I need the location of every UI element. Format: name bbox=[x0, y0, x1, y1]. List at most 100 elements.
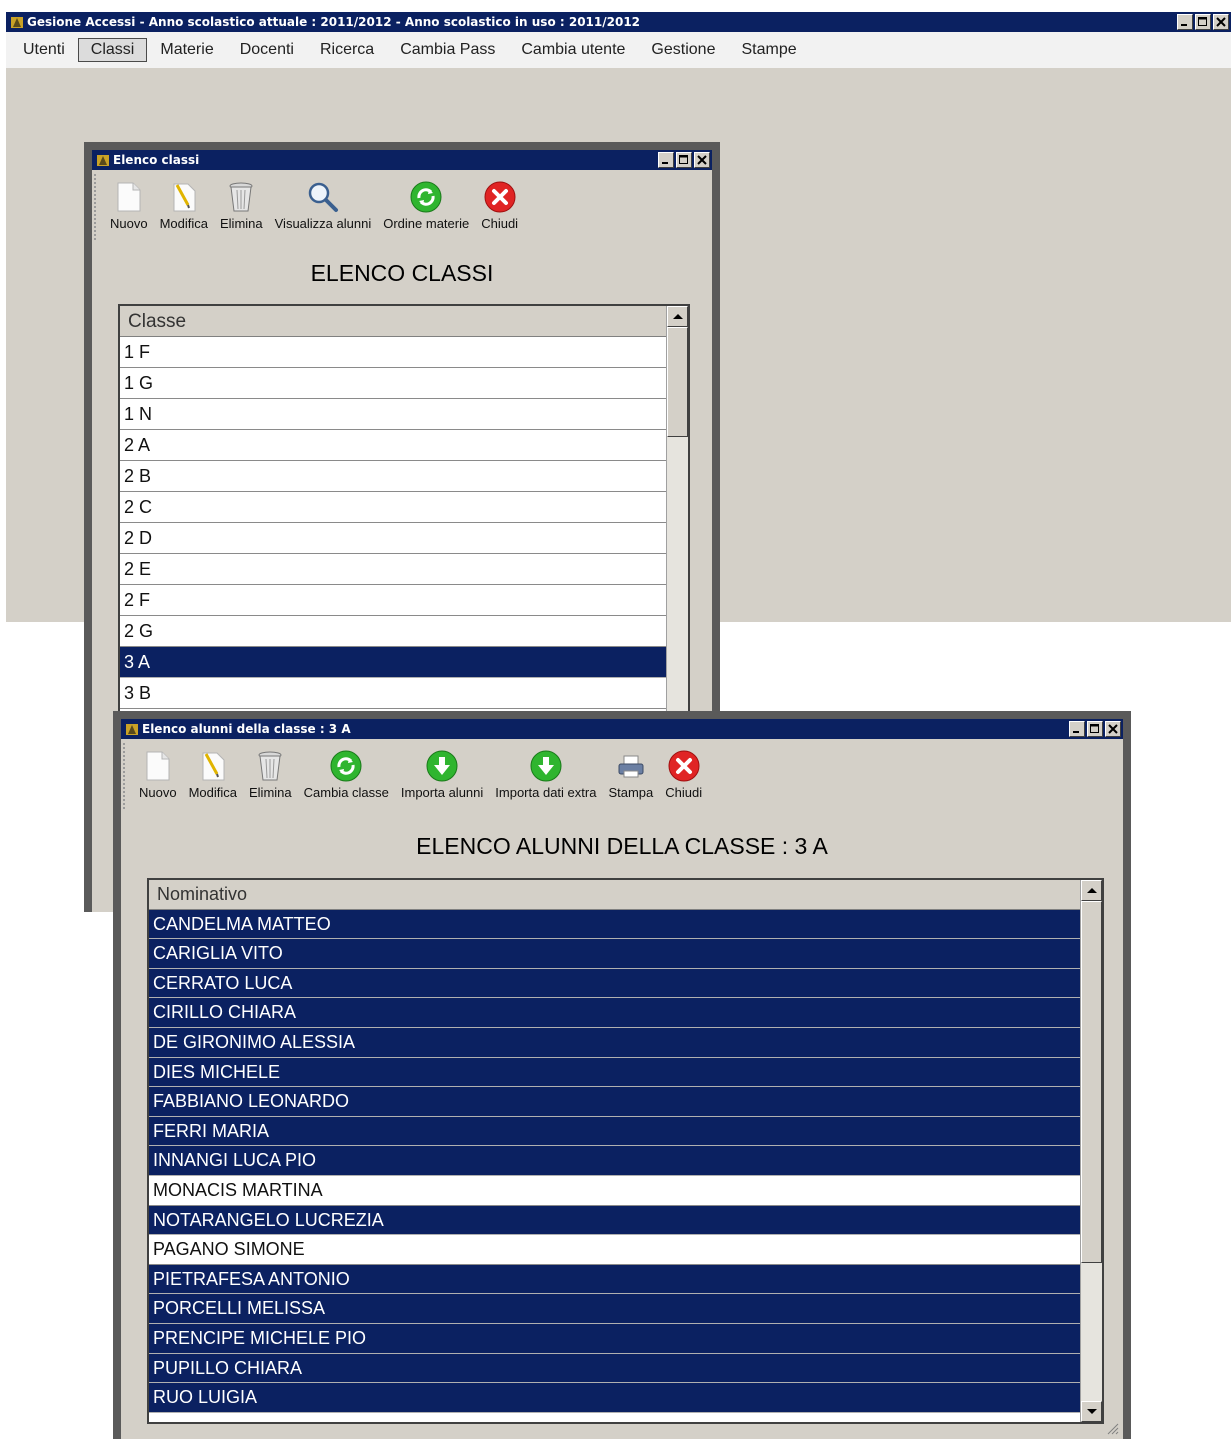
menu-item-materie[interactable]: Materie bbox=[147, 38, 226, 62]
visualizza-alunni-button[interactable]: Visualizza alunni bbox=[269, 180, 378, 231]
edit-document-icon bbox=[198, 749, 228, 783]
classi-title-bar[interactable]: Elenco classi bbox=[92, 150, 712, 170]
menu-item-ricerca[interactable]: Ricerca bbox=[307, 38, 387, 62]
chiudi-button[interactable]: Chiudi bbox=[475, 180, 524, 231]
table-row[interactable]: 2 F bbox=[120, 585, 666, 616]
arrow-up-icon bbox=[1087, 888, 1097, 893]
close-window-button[interactable] bbox=[1105, 721, 1121, 737]
scroll-down-button[interactable] bbox=[1081, 1401, 1102, 1422]
menu-item-classi[interactable]: Classi bbox=[77, 38, 148, 62]
arrow-down-icon bbox=[1087, 1409, 1097, 1414]
chiudi-button[interactable]: Chiudi bbox=[659, 749, 708, 800]
maximize-button[interactable] bbox=[676, 152, 692, 168]
table-row[interactable]: CANDELMA MATTEO bbox=[149, 909, 1080, 940]
table-row[interactable]: PRENCIPE MICHELE PIO bbox=[149, 1323, 1080, 1354]
menu-item-gestione[interactable]: Gestione bbox=[638, 38, 728, 62]
toolbar-label: Modifica bbox=[159, 216, 208, 231]
modifica-button[interactable]: Modifica bbox=[154, 180, 214, 231]
alunni-heading: ELENCO ALUNNI DELLA CLASSE : 3 A bbox=[416, 833, 828, 859]
nuovo-button[interactable]: Nuovo bbox=[133, 749, 183, 800]
menu-item-cambia-utente[interactable]: Cambia utente bbox=[508, 38, 638, 62]
app-icon bbox=[126, 724, 138, 735]
new-document-icon bbox=[143, 749, 173, 783]
close-icon bbox=[668, 749, 700, 783]
menu-item-docenti[interactable]: Docenti bbox=[227, 38, 307, 62]
trash-icon bbox=[255, 749, 285, 783]
table-row[interactable]: PUPILLO CHIARA bbox=[149, 1353, 1080, 1384]
table-row[interactable]: FERRI MARIA bbox=[149, 1116, 1080, 1147]
table-row[interactable]: 2 B bbox=[120, 461, 666, 492]
maximize-button[interactable] bbox=[1195, 14, 1211, 30]
table-row[interactable]: 1 F bbox=[120, 337, 666, 368]
modifica-button[interactable]: Modifica bbox=[183, 749, 243, 800]
table-row[interactable]: INNANGI LUCA PIO bbox=[149, 1146, 1080, 1176]
edit-document-icon bbox=[169, 180, 199, 214]
toolbar-label: Cambia classe bbox=[303, 785, 389, 800]
printer-icon bbox=[615, 749, 647, 783]
toolbar-label: Nuovo bbox=[139, 785, 177, 800]
table-row[interactable]: 2 C bbox=[120, 492, 666, 523]
classi-heading: ELENCO CLASSI bbox=[310, 260, 494, 286]
table-row[interactable]: CARIGLIA VITO bbox=[149, 939, 1080, 969]
close-window-button[interactable] bbox=[694, 152, 710, 168]
alunni-toolbar: Nuovo Modifica Elimina Cambia classe Importa… bbox=[123, 743, 1113, 809]
scroll-thumb[interactable] bbox=[667, 327, 688, 437]
table-row[interactable]: 1 G bbox=[120, 368, 666, 399]
table-row[interactable]: CERRATO LUCA bbox=[149, 968, 1080, 999]
main-title: Gesione Accessi - Anno scolastico attual… bbox=[27, 15, 641, 29]
elimina-button[interactable]: Elimina bbox=[214, 180, 269, 231]
table-row[interactable]: FABBIANO LEONARDO bbox=[149, 1087, 1080, 1117]
close-icon bbox=[484, 180, 516, 214]
table-row[interactable]: 1 N bbox=[120, 399, 666, 430]
table-row[interactable]: 3 B bbox=[120, 678, 666, 709]
importa-dati-extra-button[interactable]: Importa dati extra bbox=[489, 749, 602, 800]
toolbar-label: Modifica bbox=[188, 785, 237, 800]
table-row[interactable]: 2 A bbox=[120, 430, 666, 461]
alunni-title-bar[interactable]: Elenco alunni della classe : 3 A bbox=[121, 719, 1123, 739]
elimina-button[interactable]: Elimina bbox=[243, 749, 298, 800]
resize-grip-icon[interactable] bbox=[1105, 1421, 1119, 1435]
table-row[interactable]: PAGANO SIMONE bbox=[149, 1235, 1080, 1265]
stampa-button[interactable]: Stampa bbox=[602, 749, 659, 800]
main-title-bar[interactable]: Gesione Accessi - Anno scolastico attual… bbox=[6, 12, 1231, 32]
minimize-button[interactable] bbox=[1177, 14, 1193, 30]
ordine-materie-button[interactable]: Ordine materie bbox=[377, 180, 475, 231]
importa-alunni-button[interactable]: Importa alunni bbox=[395, 749, 489, 800]
table-row[interactable]: RUO LUIGIA bbox=[149, 1383, 1080, 1413]
table-row[interactable]: PORCELLI MELISSA bbox=[149, 1294, 1080, 1324]
menu-item-cambia-pass[interactable]: Cambia Pass bbox=[387, 38, 508, 62]
minimize-icon bbox=[1073, 731, 1079, 733]
maximize-button[interactable] bbox=[1087, 721, 1103, 737]
maximize-icon bbox=[1090, 724, 1099, 733]
menu-item-stampe[interactable]: Stampe bbox=[728, 38, 809, 62]
alunni-scrollbar[interactable] bbox=[1080, 880, 1102, 1422]
scroll-up-button[interactable] bbox=[667, 306, 688, 327]
menu-bar: Utenti Classi Materie Docenti Ricerca Cambia … bbox=[6, 32, 1231, 68]
close-window-button[interactable] bbox=[1213, 14, 1229, 30]
table-row[interactable]: DE GIRONIMO ALESSIA bbox=[149, 1027, 1080, 1058]
table-row[interactable]: 2 E bbox=[120, 554, 666, 585]
minimize-button[interactable] bbox=[658, 152, 674, 168]
scroll-up-button[interactable] bbox=[1081, 880, 1102, 901]
minimize-button[interactable] bbox=[1069, 721, 1085, 737]
scroll-thumb[interactable] bbox=[1081, 901, 1102, 1263]
menu-item-utenti[interactable]: Utenti bbox=[10, 38, 78, 62]
app-icon bbox=[11, 17, 23, 28]
classi-title: Elenco classi bbox=[113, 153, 200, 167]
table-row[interactable]: PIETRAFESA ANTONIO bbox=[149, 1264, 1080, 1295]
table-row[interactable]: CIRILLO CHIARA bbox=[149, 998, 1080, 1028]
nuovo-button[interactable]: Nuovo bbox=[104, 180, 154, 231]
close-x-icon bbox=[697, 155, 707, 165]
classi-scrollbar[interactable] bbox=[666, 306, 688, 722]
column-header-classe[interactable]: Classe bbox=[120, 306, 666, 337]
cambia-classe-button[interactable]: Cambia classe bbox=[298, 749, 395, 800]
table-row[interactable]: NOTARANGELO LUCREZIA bbox=[149, 1205, 1080, 1236]
alunni-grid: Nominativo CANDELMA MATTEO CARIGLIA VITO CE… bbox=[147, 878, 1104, 1424]
table-row[interactable]: 2 G bbox=[120, 616, 666, 647]
arrow-up-icon bbox=[673, 314, 683, 319]
table-row[interactable]: MONACIS MARTINA bbox=[149, 1176, 1080, 1206]
table-row[interactable]: 2 D bbox=[120, 523, 666, 554]
column-header-nominativo[interactable]: Nominativo bbox=[149, 880, 1080, 910]
table-row[interactable]: 3 A bbox=[120, 647, 666, 678]
table-row[interactable]: DIES MICHELE bbox=[149, 1057, 1080, 1088]
